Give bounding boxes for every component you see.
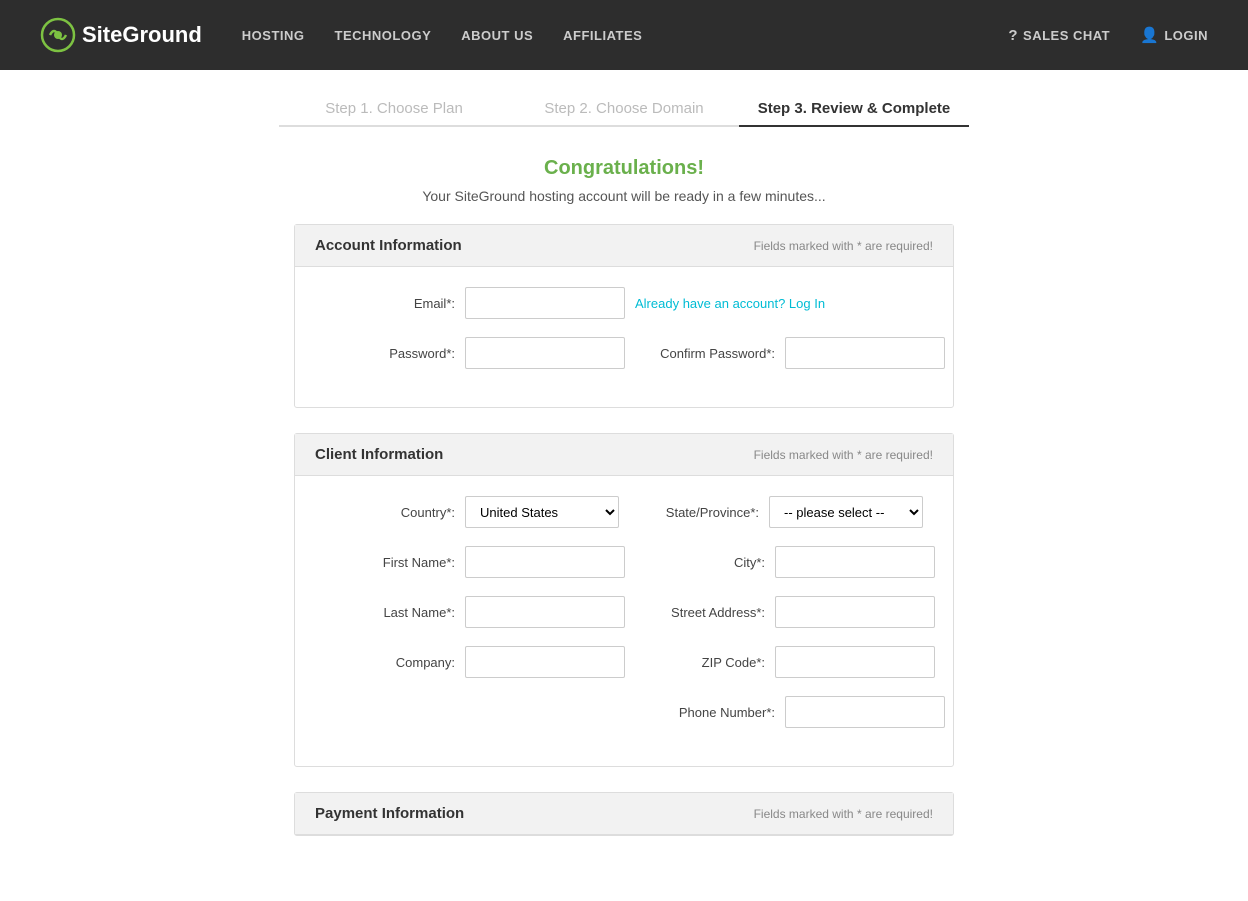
confirm-password-label: Confirm Password*: [635,346,775,361]
lastname-label: Last Name*: [325,605,455,620]
client-card-title: Client Information [315,446,443,463]
email-row: Email*: Already have an account? Log In [325,287,923,319]
login-link[interactable]: Already have an account? Log In [635,296,825,311]
step-1-underline [279,125,509,127]
client-card: Client Information Fields marked with * … [294,433,954,767]
phone-label: Phone Number*: [645,705,775,720]
step-1: Step 1. Choose Plan [279,100,509,127]
confirm-password-input[interactable] [785,337,945,369]
congrats-title: Congratulations! [294,157,954,180]
lastname-street-row: Last Name*: Street Address*: [325,596,923,628]
firstname-input[interactable] [465,546,625,578]
lastname-input[interactable] [465,596,625,628]
street-label: Street Address*: [635,605,765,620]
steps-indicator: Step 1. Choose Plan Step 2. Choose Domai… [0,70,1248,147]
account-required-note: Fields marked with * are required! [754,239,933,253]
firstname-city-row: First Name*: City*: [325,546,923,578]
congrats-section: Congratulations! Your SiteGround hosting… [294,157,954,204]
step-3: Step 3. Review & Complete [739,100,969,127]
password-label: Password*: [325,346,455,361]
street-input[interactable] [775,596,935,628]
account-card-body: Email*: Already have an account? Log In … [295,267,953,407]
account-card-header: Account Information Fields marked with *… [295,225,953,267]
phone-row: Phone Number*: [325,696,923,728]
navbar: SiteGround HOSTING TECHNOLOGY ABOUT US A… [0,0,1248,70]
country-select[interactable]: United States United Kingdom Canada Aust… [465,496,619,528]
step-2: Step 2. Choose Domain [509,100,739,127]
nav-about[interactable]: ABOUT US [461,28,533,43]
logo-icon [40,17,76,53]
firstname-label: First Name*: [325,555,455,570]
company-input[interactable] [465,646,625,678]
step-3-label: Step 3. Review & Complete [758,100,951,125]
payment-required-note: Fields marked with * are required! [754,807,933,821]
step-3-underline [739,125,969,127]
password-row: Password*: Confirm Password*: [325,337,923,369]
company-zip-row: Company: ZIP Code*: [325,646,923,678]
email-input[interactable] [465,287,625,319]
login-icon: 👤 [1140,26,1159,44]
client-required-note: Fields marked with * are required! [754,448,933,462]
country-state-row: Country*: United States United Kingdom C… [325,496,923,528]
company-label: Company: [325,655,455,670]
chat-icon: ? [1008,27,1018,44]
step-1-label: Step 1. Choose Plan [325,100,463,125]
payment-card-header: Payment Information Fields marked with *… [295,793,953,835]
sales-chat-button[interactable]: ? SALES CHAT [1008,27,1110,44]
client-card-header: Client Information Fields marked with * … [295,434,953,476]
nav-right: ? SALES CHAT 👤 LOGIN [1008,26,1208,44]
city-input[interactable] [775,546,935,578]
nav-left: SiteGround HOSTING TECHNOLOGY ABOUT US A… [40,17,642,53]
city-label: City*: [635,555,765,570]
payment-card: Payment Information Fields marked with *… [294,792,954,836]
state-label: State/Province*: [629,505,759,520]
phone-input[interactable] [785,696,945,728]
login-button[interactable]: 👤 LOGIN [1140,26,1208,44]
email-label: Email*: [325,296,455,311]
payment-card-title: Payment Information [315,805,464,822]
zip-input[interactable] [775,646,935,678]
sales-chat-label: SALES CHAT [1023,28,1110,43]
logo-text: SiteGround [82,22,202,48]
country-label: Country*: [325,505,455,520]
nav-affiliates[interactable]: AFFILIATES [563,28,642,43]
nav-links: HOSTING TECHNOLOGY ABOUT US AFFILIATES [242,28,643,43]
nav-technology[interactable]: TECHNOLOGY [335,28,432,43]
step-2-underline [509,125,739,127]
account-card: Account Information Fields marked with *… [294,224,954,408]
login-label: LOGIN [1164,28,1208,43]
zip-label: ZIP Code*: [635,655,765,670]
congrats-subtitle: Your SiteGround hosting account will be … [294,188,954,204]
account-card-title: Account Information [315,237,462,254]
logo: SiteGround [40,17,202,53]
client-card-body: Country*: United States United Kingdom C… [295,476,953,766]
state-select[interactable]: -- please select -- [769,496,923,528]
step-2-label: Step 2. Choose Domain [544,100,703,125]
password-input[interactable] [465,337,625,369]
nav-hosting[interactable]: HOSTING [242,28,305,43]
main-content: Congratulations! Your SiteGround hosting… [274,147,974,901]
